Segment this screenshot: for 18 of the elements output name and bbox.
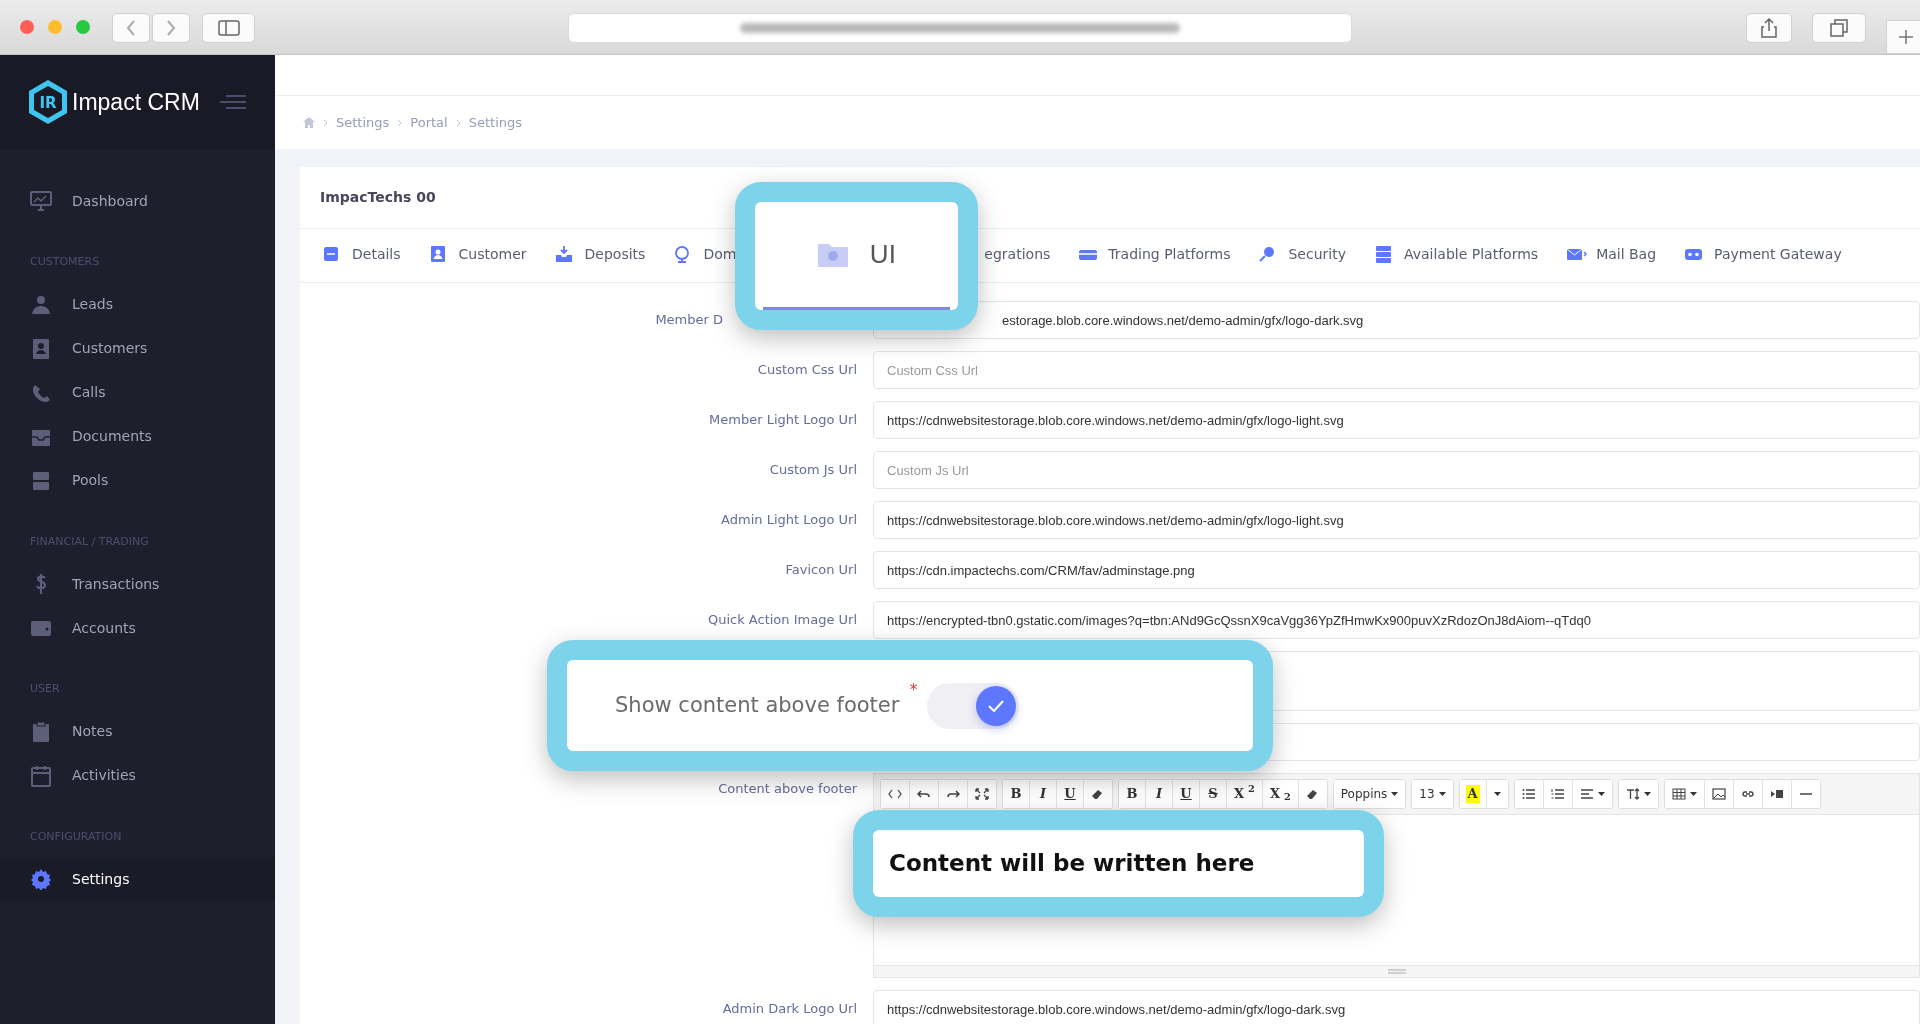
field-label: Member Light Logo Url — [708, 411, 858, 430]
sidebar-section-heading: USER — [29, 681, 61, 698]
field-label: Custom Js Url — [768, 461, 858, 480]
logo-letters: IR — [39, 94, 57, 113]
field-label: Admin Dark Logo Url — [721, 1000, 858, 1019]
brand-name: Impact CRM — [72, 87, 200, 117]
field-label: Admin Light Logo Url — [720, 511, 858, 530]
field-label: Quick Action Image Url — [706, 611, 858, 630]
field-label: Favicon Url — [784, 561, 858, 580]
sidebar-section-heading: FINANCIAL / TRADING — [29, 533, 150, 550]
field-label: Content above footer — [717, 780, 858, 799]
field-label: Custom Css Url — [756, 361, 858, 380]
required-mark: * — [909, 679, 918, 702]
sidebar-section-heading: CUSTOMERS — [29, 254, 101, 271]
field-label: Member D — [654, 311, 724, 330]
toggle-label: Show content above footer — [615, 691, 900, 719]
content-tooltip: Content will be written here — [853, 810, 1384, 918]
sidebar-section-heading: CONFIGURATION — [29, 828, 123, 845]
